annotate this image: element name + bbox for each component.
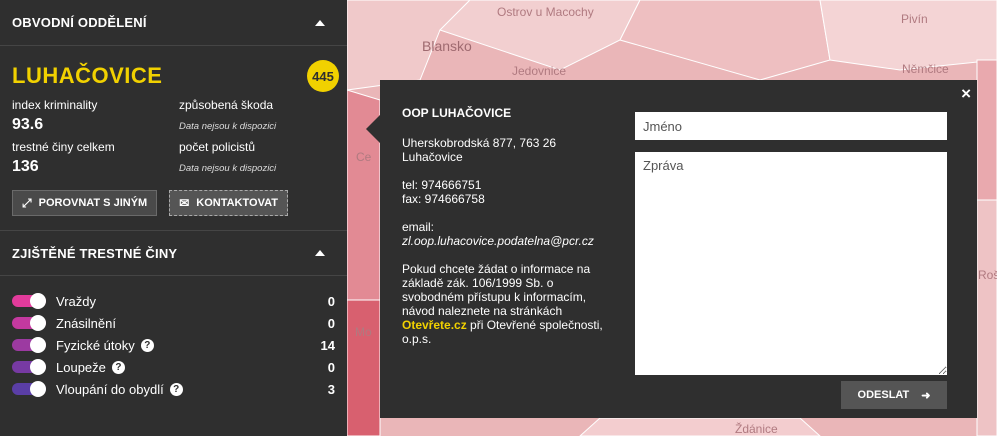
collapse-caret-icon[interactable] <box>315 250 325 256</box>
crime-row: Vloupání do obydlí? 3 <box>12 378 335 400</box>
crime-toggle[interactable] <box>12 315 46 331</box>
crime-row: Vraždy 0 <box>12 290 335 312</box>
map-label-ros: Roš <box>978 268 997 282</box>
office-title: OOP LUHAČOVICE <box>402 106 512 120</box>
foi-text-before: Pokud chcete žádat o informace na základ… <box>402 262 591 318</box>
action-buttons: ⤢ POROVNAT S JINÝM ✉ KONTAKTOVAT <box>12 190 335 216</box>
map-label-nemcice: Němčice <box>902 62 949 76</box>
crime-list: Vraždy 0 Znásilnění 0 Fyzické útoky? 14 … <box>0 276 347 400</box>
stats-grid: index kriminality způsobená škoda 93.6 D… <box>12 98 335 180</box>
contact-popup: × OOP LUHAČOVICE Uherskobrodská 877, 763… <box>380 80 977 418</box>
crime-row: Fyzické útoky? 14 <box>12 334 335 356</box>
close-icon[interactable]: × <box>961 84 971 104</box>
envelope-icon: ✉ <box>179 196 190 210</box>
crime-label: Vraždy <box>56 293 96 309</box>
crime-row: Znásilnění 0 <box>12 312 335 334</box>
rank-badge: 445 <box>307 60 339 92</box>
crimes-section-header[interactable]: ZJIŠTĚNÉ TRESTNÉ ČINY <box>0 230 347 276</box>
crime-label: Fyzické útoky <box>56 337 135 353</box>
compare-button-label: POROVNAT S JINÝM <box>38 197 148 209</box>
crime-count: 0 <box>327 315 335 331</box>
crime-label: Znásilnění <box>56 315 116 331</box>
crimes-section-title: ZJIŠTĚNÉ TRESTNÉ ČINY <box>12 245 178 261</box>
map-label-zdanice: Ždánice <box>735 422 778 436</box>
crime-toggle[interactable] <box>12 359 46 375</box>
damage-label: způsobená škoda <box>179 98 274 112</box>
send-button-label: ODESLAT <box>857 389 910 401</box>
help-icon[interactable]: ? <box>140 338 154 352</box>
crime-count: 0 <box>327 359 335 375</box>
office-email: email: zl.oop.luhacovice.podatelna@pcr.c… <box>402 220 617 248</box>
contact-button-label: KONTAKTOVAT <box>196 197 278 209</box>
crime-count: 3 <box>327 381 335 397</box>
police-count-value: Data nejsou k dispozici <box>179 163 277 174</box>
map-label-ce: Ce <box>356 150 372 164</box>
email-label: email: <box>402 220 435 234</box>
contact-info: OOP LUHAČOVICE Uherskobrodská 877, 763 2… <box>402 106 617 360</box>
crime-toggle[interactable] <box>12 337 46 353</box>
district-section-header[interactable]: OBVODNÍ ODDĚLENÍ <box>0 0 347 46</box>
foi-notice: Pokud chcete žádat o informace na základ… <box>402 262 617 346</box>
map-label-blansko: Blansko <box>422 38 472 54</box>
office-tel: tel: 974666751 <box>402 178 482 192</box>
department-summary: LUHAČOVICE 445 index kriminality způsobe… <box>0 46 347 216</box>
compare-button[interactable]: ⤢ POROVNAT S JINÝM <box>12 190 158 216</box>
crime-toggle[interactable] <box>12 293 46 309</box>
map-label-pivin: Pivín <box>901 12 928 26</box>
contact-button[interactable]: ✉ KONTAKTOVAT <box>169 190 288 216</box>
crimes-total-label: trestné činy celkem <box>12 140 115 154</box>
crime-count: 14 <box>320 337 335 353</box>
help-icon[interactable]: ? <box>169 382 183 396</box>
map-label-ostrov: Ostrov u Macochy <box>497 5 594 19</box>
district-section-title: OBVODNÍ ODDĚLENÍ <box>12 15 147 30</box>
damage-value: Data nejsou k dispozici <box>179 121 277 132</box>
crime-count: 0 <box>327 293 335 309</box>
email-link[interactable]: zl.oop.luhacovice.podatelna@pcr.cz <box>402 234 617 248</box>
message-textarea[interactable] <box>635 152 947 375</box>
arrow-right-icon: ➜ <box>921 389 931 402</box>
map-label-mo: Mo <box>355 325 372 339</box>
crime-row: Loupeže? 0 <box>12 356 335 378</box>
otevrete-link[interactable]: Otevřete.cz <box>402 318 467 332</box>
office-fax: fax: 974666758 <box>402 192 485 206</box>
office-phones: tel: 974666751 fax: 974666758 <box>402 178 617 206</box>
collapse-caret-icon[interactable] <box>315 19 325 26</box>
contact-form <box>635 112 947 380</box>
help-icon[interactable]: ? <box>111 360 125 374</box>
map-label-jedovnice: Jedovnice <box>512 64 567 78</box>
send-button[interactable]: ODESLAT ➜ <box>841 381 947 409</box>
crime-label: Loupeže <box>56 359 106 375</box>
crime-toggle[interactable] <box>12 381 46 397</box>
name-input[interactable] <box>635 112 947 140</box>
crimes-total-value: 136 <box>12 158 39 175</box>
index-label: index kriminality <box>12 98 98 112</box>
department-name: LUHAČOVICE <box>12 63 163 88</box>
crime-label: Vloupání do obydlí <box>56 381 164 397</box>
district-panel: OBVODNÍ ODDĚLENÍ LUHAČOVICE 445 index kr… <box>0 0 347 436</box>
office-address: Uherskobrodská 877, 763 26 Luhačovice <box>402 136 557 164</box>
popup-pointer <box>366 115 380 143</box>
compare-icon: ⤢ <box>22 195 32 210</box>
index-value: 93.6 <box>12 116 44 133</box>
police-count-label: počet policistů <box>179 140 256 154</box>
